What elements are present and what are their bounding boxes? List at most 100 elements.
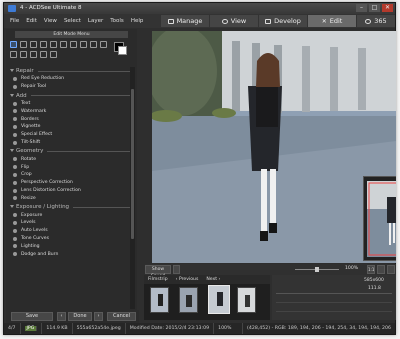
tool-item-borders[interactable]: Borders — [8, 115, 130, 123]
tool-item-resize[interactable]: Resize — [8, 194, 130, 202]
scrollbar-thumb[interactable] — [131, 89, 134, 239]
filmstrip-thumbnail[interactable] — [150, 287, 169, 313]
pen-tool-icon[interactable] — [50, 41, 57, 48]
tool-item-label: Vignette — [21, 124, 41, 130]
pointer-tool-icon[interactable] — [70, 41, 77, 48]
tool-item-levels[interactable]: Levels — [8, 219, 130, 227]
mode-develop-label: Develop — [274, 17, 301, 25]
next-button[interactable]: › — [94, 312, 103, 321]
status-modified-date: Modified Date: 2015/2/4 23:13:09 — [126, 323, 215, 334]
crop-tool-icon[interactable] — [10, 51, 17, 58]
brush-tool-icon[interactable] — [80, 41, 87, 48]
show-saved-button[interactable]: Show Saved — [145, 265, 171, 279]
panel-scrollbar[interactable] — [130, 67, 135, 309]
navigator-thumbnail[interactable] — [363, 176, 396, 261]
zoom-percent[interactable]: 100% — [345, 266, 358, 271]
perspective-icon — [13, 180, 17, 185]
tool-item-rotate[interactable]: Rotate — [8, 155, 130, 163]
eraser-tool-icon[interactable] — [50, 51, 57, 58]
tool-item-exposure[interactable]: Exposure — [8, 211, 130, 219]
mode-365-button[interactable]: 365 — [357, 15, 395, 27]
section-geometry[interactable]: Geometry — [8, 147, 130, 155]
filmstrip-next-button[interactable]: Next › — [206, 277, 220, 282]
status-file-size: 114.9 KB — [42, 323, 73, 334]
menu-help[interactable]: Help — [131, 18, 144, 24]
image-canvas[interactable] — [152, 31, 396, 263]
close-button[interactable]: ✕ — [382, 4, 393, 12]
fit-image-icon[interactable] — [377, 265, 385, 274]
filmstrip-thumbnail[interactable] — [179, 287, 198, 313]
bandage-icon — [13, 84, 17, 89]
tool-item-lighting[interactable]: Lighting — [8, 242, 130, 250]
menu-layer[interactable]: Layer — [88, 18, 103, 24]
magic-wand-tool-icon[interactable] — [60, 41, 67, 48]
selection-tool-icon[interactable] — [10, 41, 17, 48]
mode-view-label: View — [230, 17, 247, 25]
tool-item-label: Dodge and Burn — [21, 251, 59, 257]
menu-view[interactable]: View — [44, 18, 57, 24]
tool-item-tone-curves[interactable]: Tone Curves — [8, 235, 130, 243]
minimize-button[interactable]: – — [356, 4, 367, 12]
tool-item-tilt-shift[interactable]: Tilt-Shift — [8, 139, 130, 147]
tool-item-perspective[interactable]: Perspective Correction — [8, 179, 130, 187]
photo-woman-in-plaza — [152, 31, 396, 263]
tool-item-lens-distortion[interactable]: Lens Distortion Correction — [8, 187, 130, 195]
menu-edit[interactable]: Edit — [26, 18, 37, 24]
done-button[interactable]: Done — [68, 312, 92, 321]
pencil-tool-icon[interactable] — [90, 41, 97, 48]
tool-item-auto-levels[interactable]: Auto Levels — [8, 227, 130, 235]
maximize-button[interactable]: □ — [369, 4, 380, 12]
section-repair[interactable]: Repair — [8, 67, 130, 75]
fullscreen-icon[interactable] — [387, 265, 395, 274]
tool-item-label: Perspective Correction — [21, 180, 73, 186]
move-tool-icon[interactable] — [20, 41, 27, 48]
mode-view-button[interactable]: View — [210, 15, 258, 27]
tool-item-crop[interactable]: Crop — [8, 171, 130, 179]
tool-item-text[interactable]: Text — [8, 100, 130, 108]
clone-tool-icon[interactable] — [100, 41, 107, 48]
menu-file[interactable]: File — [10, 18, 19, 24]
tool-item-special-effect[interactable]: Special Effect — [8, 131, 130, 139]
zoom-slider-handle[interactable] — [315, 267, 319, 272]
mode-edit-button[interactable]: ✕ Edit — [308, 15, 356, 27]
mode-develop-button[interactable]: Develop — [259, 15, 307, 27]
tool-item-label: Red Eye Reduction — [21, 76, 65, 82]
menu-select[interactable]: Select — [64, 18, 81, 24]
filmstrip-thumbnail[interactable] — [237, 287, 256, 313]
filmstrip-thumbnail-selected[interactable] — [208, 285, 230, 314]
levels-icon — [13, 220, 17, 225]
previous-button[interactable]: ‹ — [57, 312, 66, 321]
lasso-tool-icon[interactable] — [40, 41, 47, 48]
actual-size-button[interactable]: 1:1 — [367, 265, 375, 274]
filmstrip-toggle-icon[interactable] — [173, 265, 180, 274]
arrow-tool-icon[interactable] — [30, 51, 37, 58]
section-exposure-lighting[interactable]: Exposure / Lighting — [8, 203, 130, 211]
thumb-photo — [151, 288, 168, 312]
save-button[interactable]: Save — [11, 312, 53, 321]
tool-item-label: Text — [21, 100, 31, 106]
tool-item-vignette[interactable]: Vignette — [8, 123, 130, 131]
eye-icon — [13, 77, 17, 81]
grid-icon — [167, 18, 174, 24]
transform-tool-icon[interactable] — [30, 41, 37, 48]
tool-item-flip[interactable]: Flip — [8, 163, 130, 171]
filmstrip-previous-button[interactable]: ‹ Previous — [176, 277, 199, 282]
tool-item-red-eye[interactable]: Red Eye Reduction — [8, 75, 130, 83]
mode-manage-button[interactable]: Manage — [161, 15, 209, 27]
mode-manage-label: Manage — [176, 17, 203, 25]
tilt-shift-icon — [13, 140, 17, 145]
edit-mode-menu[interactable]: Edit Mode Menu — [15, 31, 128, 38]
shape-tool-icon[interactable] — [40, 51, 47, 58]
line-tool-icon[interactable] — [20, 51, 27, 58]
tool-item-label: Resize — [21, 195, 36, 201]
background-color-swatch[interactable] — [118, 46, 127, 55]
cancel-button[interactable]: Cancel — [107, 312, 136, 321]
menu-tools[interactable]: Tools — [110, 18, 124, 24]
border-icon — [13, 117, 17, 122]
tool-item-watermark[interactable]: Watermark — [8, 107, 130, 115]
tool-item-repair[interactable]: Repair Tool — [8, 83, 130, 91]
filmstrip-title: Filmstrip — [148, 277, 168, 282]
tool-item-dodge-burn[interactable]: Dodge and Burn — [8, 250, 130, 258]
section-add[interactable]: Add — [8, 92, 130, 100]
sparkle-icon — [13, 132, 17, 137]
